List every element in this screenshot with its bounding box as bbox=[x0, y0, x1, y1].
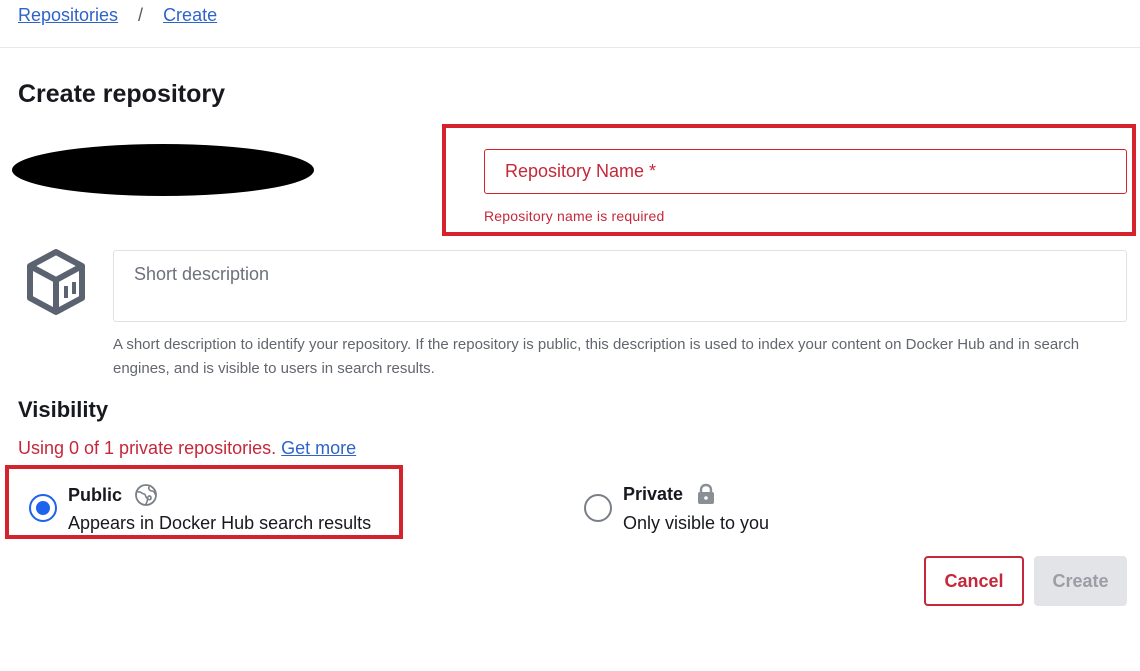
private-repo-usage: Using 0 of 1 private repositories. Get m… bbox=[18, 438, 356, 459]
public-radio[interactable] bbox=[29, 494, 57, 522]
lock-icon bbox=[695, 483, 717, 505]
private-option-title[interactable]: Private bbox=[623, 483, 717, 505]
private-option-label: Private bbox=[623, 483, 684, 504]
breadcrumb-separator: / bbox=[138, 5, 144, 25]
public-option-description: Appears in Docker Hub search results bbox=[68, 513, 372, 533]
breadcrumb: Repositories / Create bbox=[18, 5, 217, 26]
short-description-input[interactable] bbox=[114, 251, 1126, 321]
visibility-heading: Visibility bbox=[18, 397, 109, 422]
usage-text: Using 0 of 1 private repositories. bbox=[18, 438, 277, 458]
public-option-label: Public bbox=[68, 484, 123, 505]
breadcrumb-create-link[interactable]: Create bbox=[163, 5, 217, 26]
private-option-description: Only visible to you bbox=[623, 513, 770, 533]
repository-name-error: Repository name is required bbox=[484, 208, 665, 224]
cancel-button[interactable]: Cancel bbox=[924, 556, 1024, 606]
public-option-title[interactable]: Public bbox=[68, 483, 158, 507]
repository-name-input[interactable] bbox=[485, 150, 1126, 193]
short-description-field[interactable] bbox=[113, 250, 1127, 322]
header-divider bbox=[0, 47, 1140, 48]
private-radio[interactable] bbox=[584, 494, 612, 522]
create-button[interactable]: Create bbox=[1034, 556, 1127, 606]
get-more-link[interactable]: Get more bbox=[281, 438, 356, 458]
repository-name-field[interactable] bbox=[484, 149, 1127, 194]
namespace-select-redacted[interactable] bbox=[12, 144, 314, 196]
short-description-help: A short description to identify your rep… bbox=[113, 336, 1080, 377]
globe-icon bbox=[134, 483, 158, 507]
repository-cube-icon bbox=[27, 249, 85, 315]
breadcrumb-repositories-link[interactable]: Repositories bbox=[18, 5, 118, 26]
create-repository-page: Repositories / Create Create repository … bbox=[0, 0, 1140, 671]
page-title: Create repository bbox=[18, 80, 226, 108]
